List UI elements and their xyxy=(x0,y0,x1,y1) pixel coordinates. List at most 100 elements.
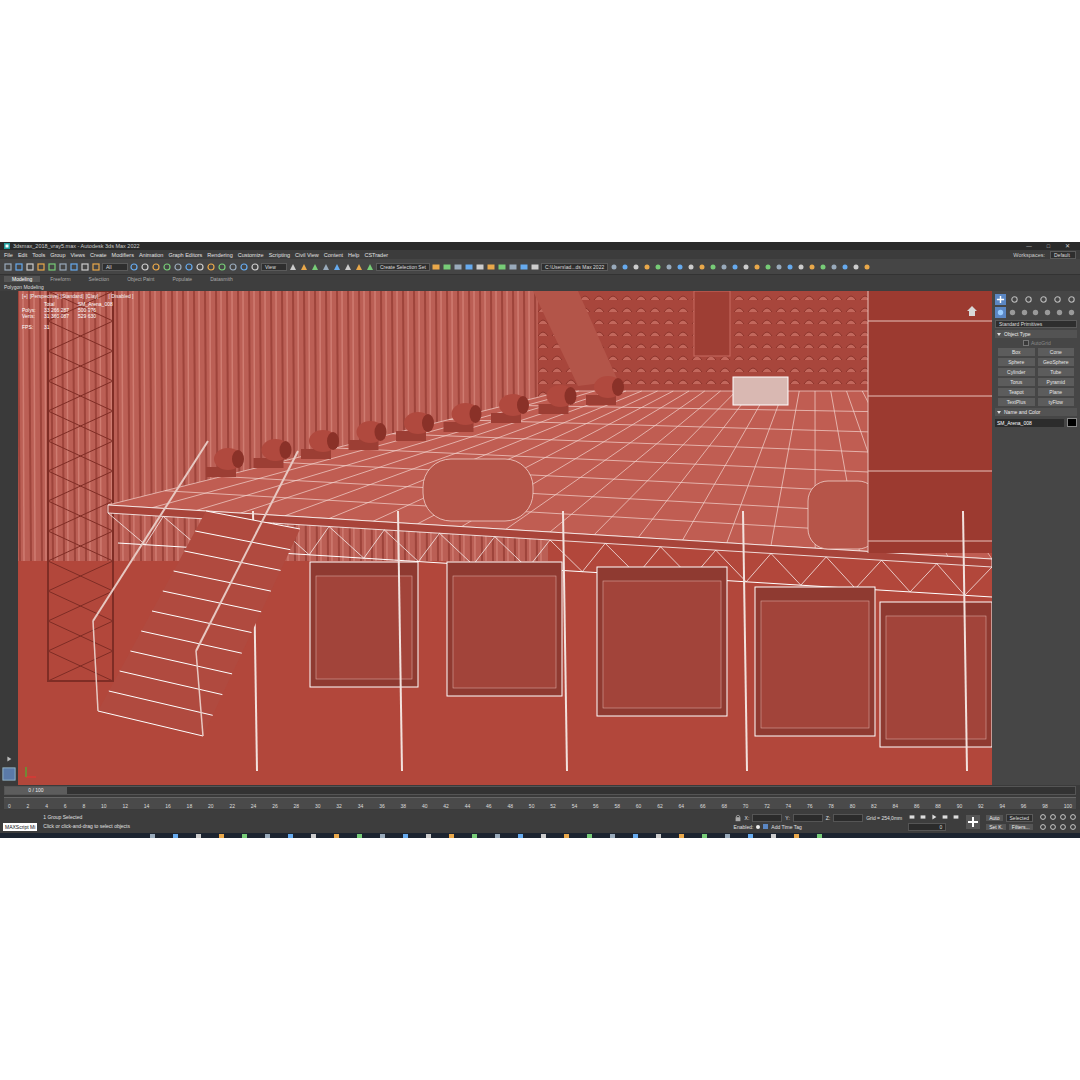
tool-icon[interactable] xyxy=(453,262,463,272)
menu-item[interactable]: CSTrader xyxy=(364,252,388,258)
tool-icon[interactable] xyxy=(36,262,46,272)
coord-field[interactable] xyxy=(793,814,823,822)
menu-item[interactable]: Graph Editors xyxy=(168,252,202,258)
taskbar-app-icon[interactable] xyxy=(449,834,454,838)
ribbon-tab[interactable]: Freeform xyxy=(42,276,78,282)
primitive-button[interactable]: tyFlow xyxy=(1038,398,1075,406)
panel-tab-icon[interactable] xyxy=(1009,294,1020,305)
tool-icon[interactable] xyxy=(796,262,806,272)
ribbon-tab[interactable]: Populate xyxy=(164,276,200,282)
tool-icon[interactable] xyxy=(664,262,674,272)
viewport-label[interactable]: [Clay] xyxy=(86,293,99,299)
playback-icon[interactable] xyxy=(908,813,916,821)
time-tag-icon[interactable] xyxy=(763,824,768,829)
tool-icon[interactable] xyxy=(719,262,729,272)
tool-icon[interactable] xyxy=(675,262,685,272)
window-control[interactable]: ✕ xyxy=(1059,243,1076,249)
tool-icon[interactable] xyxy=(321,262,331,272)
taskbar-app-icon[interactable] xyxy=(472,834,477,838)
taskbar-app-icon[interactable] xyxy=(495,834,500,838)
taskbar-app-icon[interactable] xyxy=(288,834,293,838)
tool-icon[interactable] xyxy=(129,262,139,272)
primitive-button[interactable]: GeoSphere xyxy=(1038,358,1075,366)
tool-icon[interactable] xyxy=(829,262,839,272)
tool-icon[interactable] xyxy=(807,262,817,272)
rollout-header[interactable]: Object Type xyxy=(995,330,1077,338)
navigation-icon[interactable] xyxy=(1069,823,1077,831)
viewport-disabled-label[interactable]: [ Disabled ] xyxy=(108,293,133,299)
tool-icon[interactable] xyxy=(530,262,540,272)
taskbar-app-icon[interactable] xyxy=(771,834,776,838)
panel-tab-icon[interactable] xyxy=(1038,294,1049,305)
tool-icon[interactable] xyxy=(14,262,24,272)
tool-icon[interactable] xyxy=(653,262,663,272)
taskbar-app-icon[interactable] xyxy=(426,834,431,838)
category-icon[interactable] xyxy=(1019,307,1030,318)
primitive-button[interactable]: TextPlus xyxy=(998,398,1035,406)
tool-icon[interactable] xyxy=(184,262,194,272)
primitive-button[interactable]: Torus xyxy=(998,378,1035,386)
tool-icon[interactable] xyxy=(464,262,474,272)
taskbar-app-icon[interactable] xyxy=(242,834,247,838)
tool-icon[interactable] xyxy=(69,262,79,272)
menu-item[interactable]: Civil View xyxy=(295,252,319,258)
auto-key-button[interactable]: Auto xyxy=(986,815,1002,821)
ribbon-panel[interactable]: Polygon Modeling xyxy=(4,283,1076,291)
tool-icon[interactable] xyxy=(173,262,183,272)
viewport-label[interactable]: [+] xyxy=(22,293,28,299)
primitive-button[interactable]: Plane xyxy=(1038,388,1075,396)
primitive-button[interactable]: Teapot xyxy=(998,388,1035,396)
perspective-viewport[interactable]: [+][Perspective][Standard][Clay] [ Disab… xyxy=(18,291,992,785)
scene-explorer-icon[interactable] xyxy=(2,767,16,781)
tool-icon[interactable] xyxy=(343,262,353,272)
taskbar-app-icon[interactable] xyxy=(679,834,684,838)
tool-icon[interactable] xyxy=(25,262,35,272)
category-icon[interactable] xyxy=(1030,307,1041,318)
window-control[interactable]: — xyxy=(1020,243,1038,249)
coord-field[interactable] xyxy=(752,814,782,822)
tool-icon[interactable] xyxy=(442,262,452,272)
tool-icon[interactable] xyxy=(752,262,762,272)
enabled-dot[interactable] xyxy=(756,825,760,829)
tool-icon[interactable] xyxy=(840,262,850,272)
tool-icon[interactable] xyxy=(851,262,861,272)
key-filter-dropdown[interactable]: Selected xyxy=(1006,814,1033,822)
tool-icon[interactable] xyxy=(686,262,696,272)
category-icon[interactable] xyxy=(995,307,1006,318)
taskbar-app-icon[interactable] xyxy=(518,834,523,838)
navigation-icon[interactable] xyxy=(1059,823,1067,831)
taskbar-app-icon[interactable] xyxy=(748,834,753,838)
category-icon[interactable] xyxy=(1054,307,1065,318)
taskbar-app-icon[interactable] xyxy=(173,834,178,838)
tool-icon[interactable] xyxy=(431,262,441,272)
taskbar-app-icon[interactable] xyxy=(380,834,385,838)
taskbar-app-icon[interactable] xyxy=(794,834,799,838)
tool-icon[interactable] xyxy=(631,262,641,272)
menu-item[interactable]: Scripting xyxy=(269,252,290,258)
playback-icon[interactable] xyxy=(919,813,927,821)
menu-item[interactable]: Group xyxy=(50,252,65,258)
tool-icon[interactable] xyxy=(609,262,619,272)
tool-icon[interactable] xyxy=(774,262,784,272)
tool-icon[interactable] xyxy=(58,262,68,272)
menu-item[interactable]: Create xyxy=(90,252,107,258)
taskbar-app-icon[interactable] xyxy=(311,834,316,838)
time-slider-track[interactable]: 0 / 100 xyxy=(4,786,1076,795)
ribbon-tab[interactable]: Datasmith xyxy=(202,276,241,282)
tool-icon[interactable] xyxy=(239,262,249,272)
navigation-icon[interactable] xyxy=(1069,813,1077,821)
tool-icon[interactable] xyxy=(519,262,529,272)
taskbar-app-icon[interactable] xyxy=(334,834,339,838)
primitive-button[interactable]: Tube xyxy=(1038,368,1075,376)
tool-icon[interactable] xyxy=(497,262,507,272)
menu-item[interactable]: Modifiers xyxy=(112,252,134,258)
menu-item[interactable]: Help xyxy=(348,252,359,258)
primitive-button[interactable]: Cone xyxy=(1038,348,1075,356)
rollout-header[interactable]: Name and Color xyxy=(995,408,1077,416)
panel-tab-icon[interactable] xyxy=(1023,294,1034,305)
primitive-button[interactable]: Pyramid xyxy=(1038,378,1075,386)
time-ruler[interactable]: 0246810121416182022242628303234363840424… xyxy=(4,797,1076,809)
taskbar-app-icon[interactable] xyxy=(403,834,408,838)
expand-icon[interactable] xyxy=(5,755,13,763)
primitive-button[interactable]: Box xyxy=(998,348,1035,356)
